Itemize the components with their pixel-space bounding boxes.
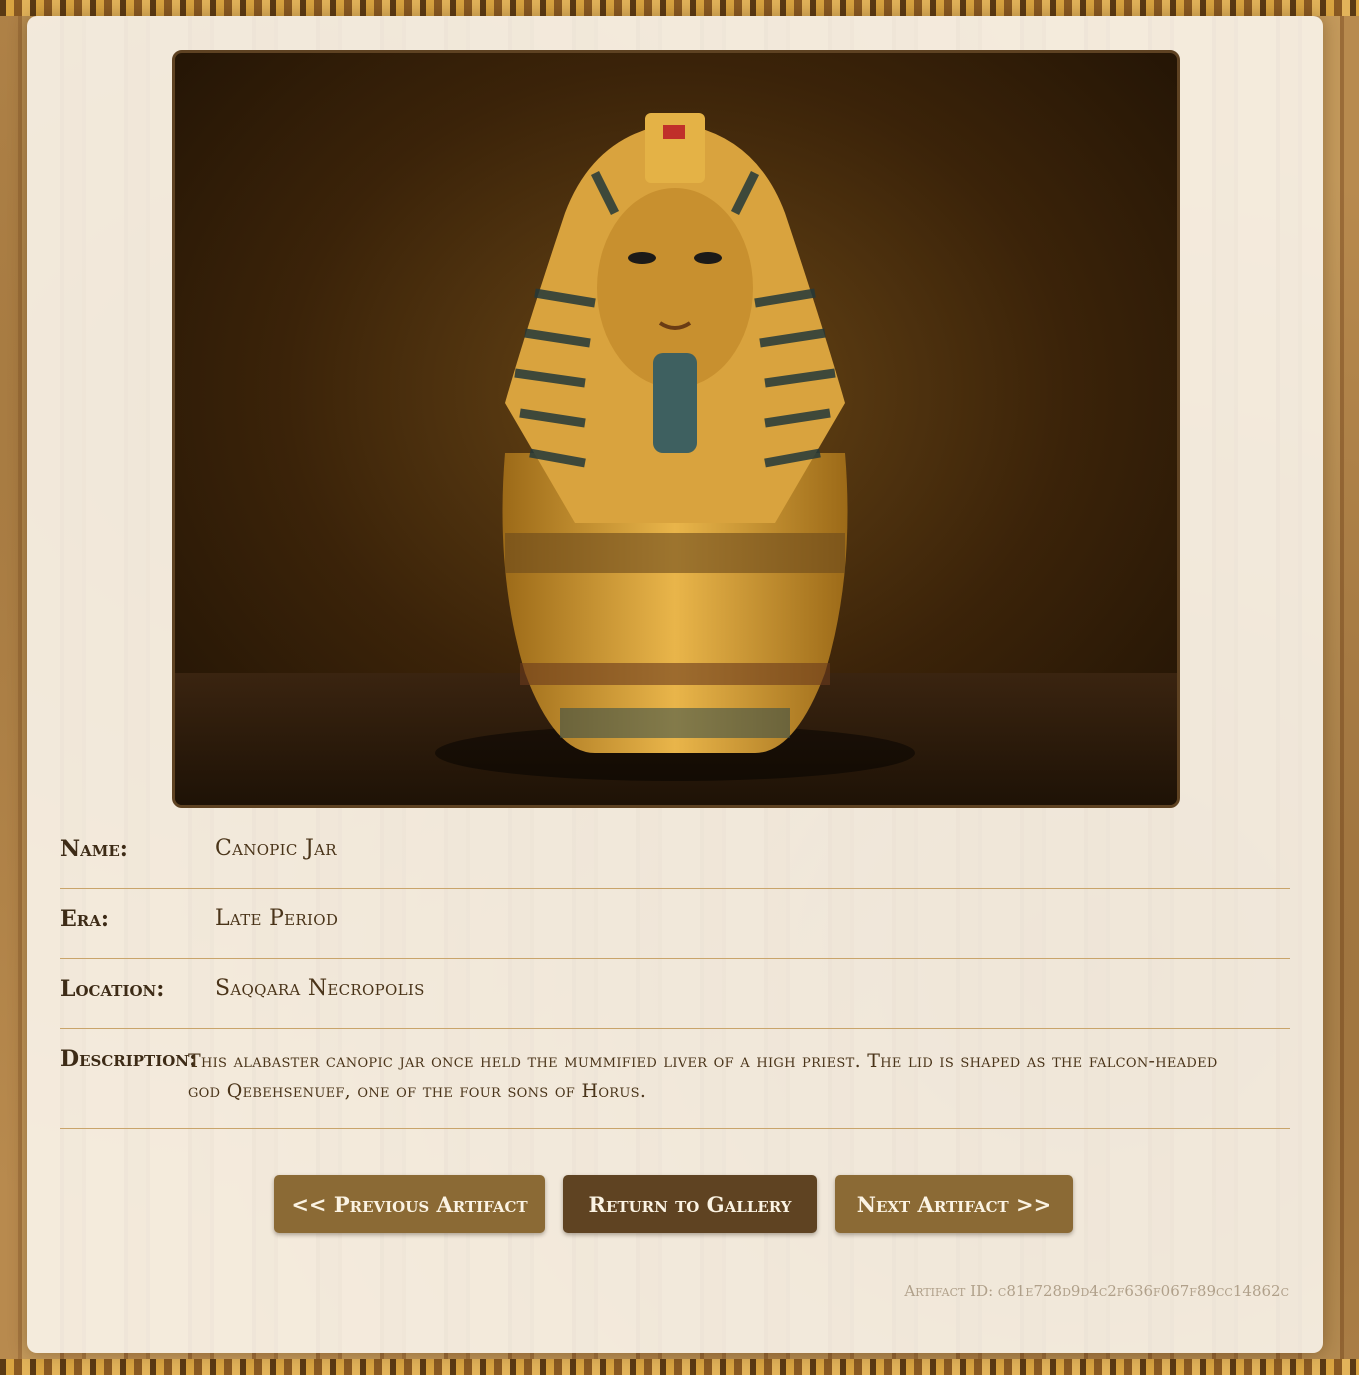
artifact-image [172, 50, 1180, 808]
background-border-bottom [0, 1359, 1359, 1375]
artifact-detail-panel: Name: Canopic Jar Era: Late Period Locat… [27, 16, 1323, 1353]
info-row-name: Name: Canopic Jar [60, 836, 1290, 889]
location-value: Saqqara Necropolis [215, 976, 425, 1001]
name-label: Name: [60, 836, 128, 862]
era-value: Late Period [215, 906, 339, 931]
location-label: Location: [60, 976, 165, 1002]
era-label: Era: [60, 906, 109, 932]
return-to-gallery-button[interactable]: Return to Gallery [563, 1175, 817, 1233]
name-value: Canopic Jar [215, 836, 337, 861]
artifact-id-text: Artifact ID: c81e728d9d4c2f636f067f89cc1… [904, 1282, 1289, 1300]
canopic-jar-illustration [175, 113, 1177, 805]
info-row-era: Era: Late Period [60, 906, 1290, 959]
description-value: This alabaster canopic jar once held the… [188, 1050, 1218, 1102]
info-row-description: Description: This alabaster canopic jar … [60, 1046, 1290, 1129]
description-label: Description: [60, 1046, 198, 1072]
next-artifact-button[interactable]: Next Artifact >> [835, 1175, 1073, 1233]
background-border-top [0, 0, 1359, 16]
info-row-location: Location: Saqqara Necropolis [60, 976, 1290, 1029]
previous-artifact-button[interactable]: << Previous Artifact [274, 1175, 545, 1233]
